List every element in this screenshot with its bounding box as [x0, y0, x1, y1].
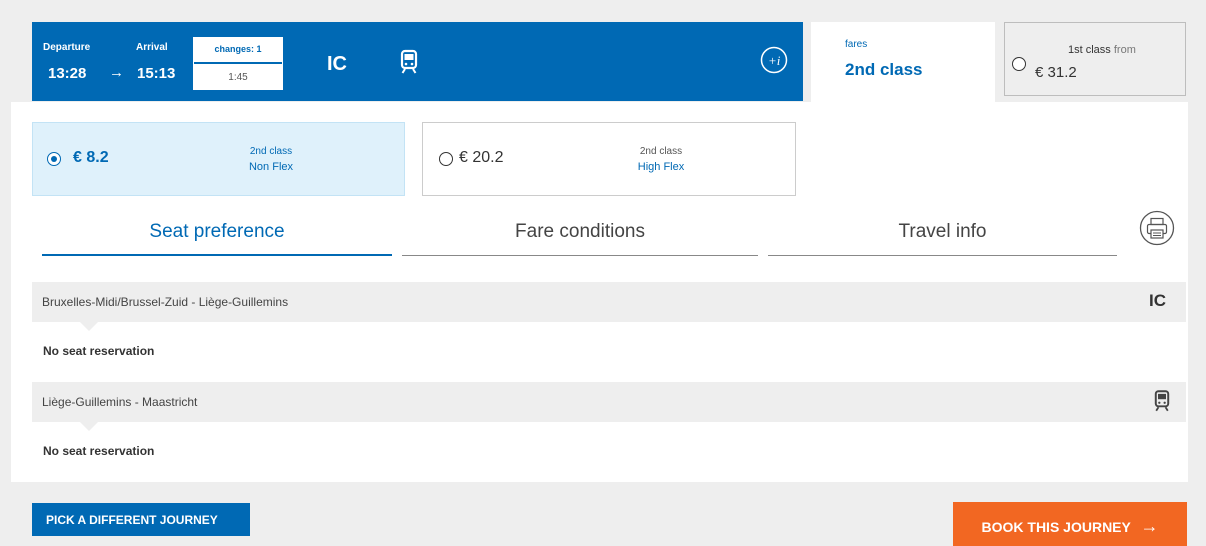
fare-tab-2nd-class-label: 2nd class: [845, 60, 923, 79]
segment-row: Bruxelles-Midi/Brussel-Zuid - Liège-Guil…: [32, 282, 1186, 331]
arrow-right-icon: →: [1140, 516, 1159, 536]
first-class-label: 1st class from: [1068, 44, 1136, 56]
fare-option-price: € 8.2: [73, 149, 109, 166]
changes-count: changes: 1: [194, 38, 282, 64]
fare-option-radio[interactable]: [47, 152, 61, 166]
fare-option-non-flex[interactable]: € 8.2 2nd class Non Flex: [32, 122, 405, 196]
journey-duration: 1:45: [228, 72, 248, 83]
fare-option-class: 2nd class: [249, 146, 293, 157]
tab-seat-preference[interactable]: Seat preference: [42, 212, 392, 256]
segment-train-type: IC: [1149, 291, 1166, 310]
fare-option-class: 2nd class: [639, 146, 683, 157]
svg-text:+i: +i: [768, 53, 781, 68]
pick-different-journey-button[interactable]: PICK A DIFFERENT JOURNEY: [32, 503, 250, 536]
segment-route: Liège-Guillemins - Maastricht: [42, 395, 198, 409]
seat-reservation-status: No seat reservation: [43, 444, 155, 458]
departure-label: Departure: [43, 42, 91, 53]
fare-option-radio[interactable]: [439, 152, 453, 166]
segment-pointer: [80, 422, 98, 431]
arrival-time: 15:13: [137, 65, 176, 82]
print-icon[interactable]: [1139, 210, 1175, 246]
journey-header[interactable]: Departure Arrival 13:28 → 15:13 changes:…: [32, 22, 803, 101]
changes-box: changes: 1 1:45: [193, 37, 283, 90]
segment-row: Liège-Guillemins - Maastricht: [32, 382, 1186, 431]
departure-time: 13:28: [48, 65, 87, 82]
book-journey-label: BOOK THIS JOURNEY: [981, 519, 1131, 535]
train-icon: [400, 49, 418, 74]
fares-label: fares: [845, 39, 868, 50]
arrival-label: Arrival: [136, 42, 168, 53]
fare-tab-1st-class[interactable]: 1st class from € 31.2: [1004, 22, 1186, 96]
tab-fare-conditions[interactable]: Fare conditions: [402, 212, 758, 256]
first-class-radio[interactable]: [1012, 57, 1026, 71]
book-journey-button[interactable]: BOOK THIS JOURNEY →: [953, 502, 1187, 546]
fare-option-flex: High Flex: [637, 161, 685, 173]
fare-tab-2nd-class[interactable]: fares 2nd class: [811, 22, 995, 102]
info-icon[interactable]: +i: [760, 46, 788, 74]
tab-travel-info[interactable]: Travel info: [768, 212, 1117, 256]
seat-reservation-status: No seat reservation: [43, 344, 155, 358]
fare-option-flex: Non Flex: [248, 161, 294, 173]
segment-pointer: [80, 322, 98, 331]
arrow-icon: →: [109, 64, 124, 81]
first-class-price: € 31.2: [1035, 64, 1077, 81]
fare-option-price: € 20.2: [459, 149, 504, 166]
train-type-label: IC: [327, 53, 347, 75]
train-icon: [1154, 390, 1170, 412]
segment-route: Bruxelles-Midi/Brussel-Zuid - Liège-Guil…: [42, 295, 289, 309]
fare-option-high-flex[interactable]: € 20.2 2nd class High Flex: [422, 122, 796, 196]
